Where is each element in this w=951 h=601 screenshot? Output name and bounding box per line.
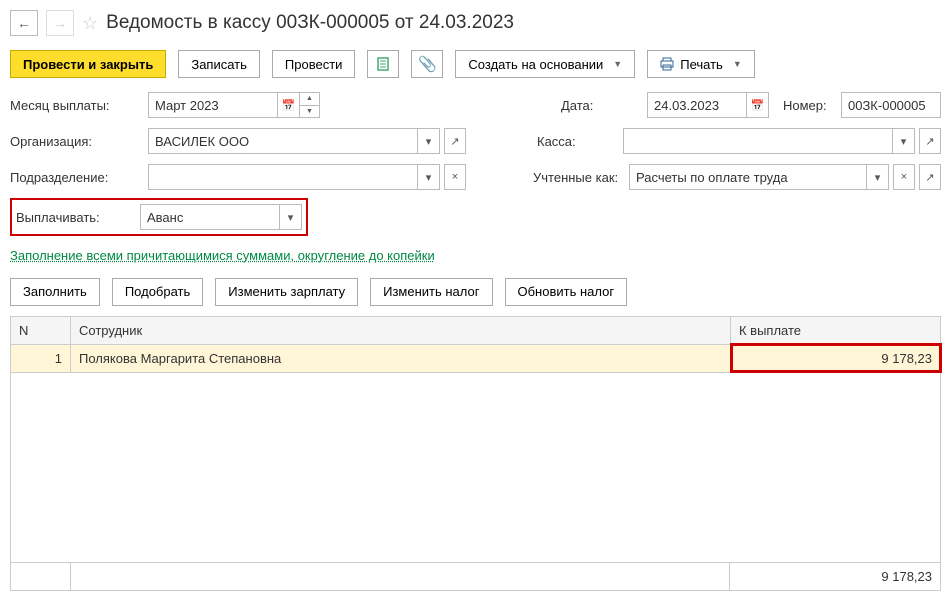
arrow-left-icon: ← (17, 15, 31, 31)
back-button[interactable]: ← (10, 10, 38, 36)
create-based-on-button[interactable]: Создать на основании ▼ (455, 50, 635, 78)
spinner-up-icon[interactable]: ▲ (300, 93, 319, 106)
attach-button[interactable]: 📎 (411, 50, 443, 78)
month-label: Месяц выплаты: (10, 98, 142, 113)
payment-type-highlight: Выплачивать: Аванс ▾ (10, 198, 308, 236)
open-icon: ↗ (925, 135, 934, 148)
table-footer: 9 178,23 (10, 563, 941, 591)
month-input[interactable]: Март 2023 (148, 92, 278, 118)
fill-settings-link[interactable]: Заполнение всеми причитающимися суммами,… (10, 246, 435, 266)
document-icon (376, 57, 390, 71)
kassa-input[interactable] (623, 128, 893, 154)
open-icon: ↗ (450, 135, 459, 148)
cell-pay: 9 178,23 (731, 344, 941, 372)
col-header-pay[interactable]: К выплате (731, 316, 941, 344)
org-input[interactable]: ВАСИЛЕК ООО (148, 128, 418, 154)
page-title: Ведомость в кассу 00ЗК-000005 от 24.03.2… (106, 12, 514, 34)
accounted-label: Учтенные как: (523, 170, 623, 185)
accounted-clear-button[interactable]: × (893, 164, 915, 190)
dept-input[interactable] (148, 164, 418, 190)
chevron-down-icon: ▾ (426, 135, 432, 148)
change-salary-button[interactable]: Изменить зарплату (215, 278, 358, 306)
dept-label: Подразделение: (10, 170, 142, 185)
update-tax-button[interactable]: Обновить налог (505, 278, 628, 306)
post-and-close-button[interactable]: Провести и закрыть (10, 50, 166, 78)
report-button[interactable] (367, 50, 399, 78)
chevron-down-icon: ▾ (901, 135, 907, 148)
calendar-icon: 📅 (751, 99, 765, 112)
pay-type-label: Выплачивать: (16, 210, 140, 225)
kassa-label: Касса: (527, 134, 617, 149)
kassa-dropdown-button[interactable]: ▾ (893, 128, 915, 154)
org-dropdown-button[interactable]: ▾ (418, 128, 440, 154)
chevron-down-icon: ▼ (733, 59, 742, 69)
col-header-n[interactable]: N (11, 316, 71, 344)
number-label: Номер: (775, 98, 835, 113)
pay-type-dropdown-button[interactable]: ▾ (280, 204, 302, 230)
post-button[interactable]: Провести (272, 50, 356, 78)
chevron-down-icon: ▾ (288, 211, 294, 224)
number-input[interactable]: 00ЗК-000005 (841, 92, 941, 118)
date-label: Дата: (551, 98, 641, 113)
fill-button[interactable]: Заполнить (10, 278, 100, 306)
dept-clear-button[interactable]: × (444, 164, 466, 190)
chevron-down-icon: ▼ (613, 59, 622, 69)
table-empty-area[interactable] (10, 373, 941, 563)
pay-type-input[interactable]: Аванс (140, 204, 280, 230)
print-button[interactable]: Печать ▼ (647, 50, 755, 78)
clear-icon: × (452, 171, 458, 183)
chevron-down-icon: ▾ (875, 171, 881, 184)
footer-total-pay: 9 178,23 (730, 563, 940, 590)
month-spinner[interactable]: ▲ ▼ (300, 92, 320, 118)
dept-dropdown-button[interactable]: ▾ (418, 164, 440, 190)
arrow-right-icon: → (53, 15, 67, 31)
clear-icon: × (901, 171, 907, 183)
save-button[interactable]: Записать (178, 50, 260, 78)
cell-n: 1 (11, 344, 71, 372)
date-input[interactable]: 24.03.2023 (647, 92, 747, 118)
accounted-open-button[interactable]: ↗ (919, 164, 941, 190)
pick-button[interactable]: Подобрать (112, 278, 203, 306)
open-icon: ↗ (925, 171, 934, 184)
chevron-down-icon: ▾ (426, 171, 432, 184)
month-calendar-button[interactable]: 📅 (278, 92, 300, 118)
calendar-icon: 📅 (282, 99, 296, 112)
printer-icon (660, 57, 674, 71)
cell-employee: Полякова Маргарита Степановна (71, 344, 731, 372)
favorite-star-icon[interactable]: ☆ (82, 13, 98, 34)
date-calendar-button[interactable]: 📅 (747, 92, 769, 118)
spinner-down-icon[interactable]: ▼ (300, 106, 319, 118)
kassa-open-button[interactable]: ↗ (919, 128, 941, 154)
table-row[interactable]: 1 Полякова Маргарита Степановна 9 178,23 (11, 344, 941, 372)
accounted-input[interactable]: Расчеты по оплате труда (629, 164, 867, 190)
accounted-dropdown-button[interactable]: ▾ (867, 164, 889, 190)
forward-button[interactable]: → (46, 10, 74, 36)
employees-table[interactable]: N Сотрудник К выплате 1 Полякова Маргари… (10, 316, 941, 373)
org-open-button[interactable]: ↗ (444, 128, 466, 154)
org-label: Организация: (10, 134, 142, 149)
change-tax-button[interactable]: Изменить налог (370, 278, 492, 306)
col-header-employee[interactable]: Сотрудник (71, 316, 731, 344)
paperclip-icon: 📎 (418, 55, 437, 73)
